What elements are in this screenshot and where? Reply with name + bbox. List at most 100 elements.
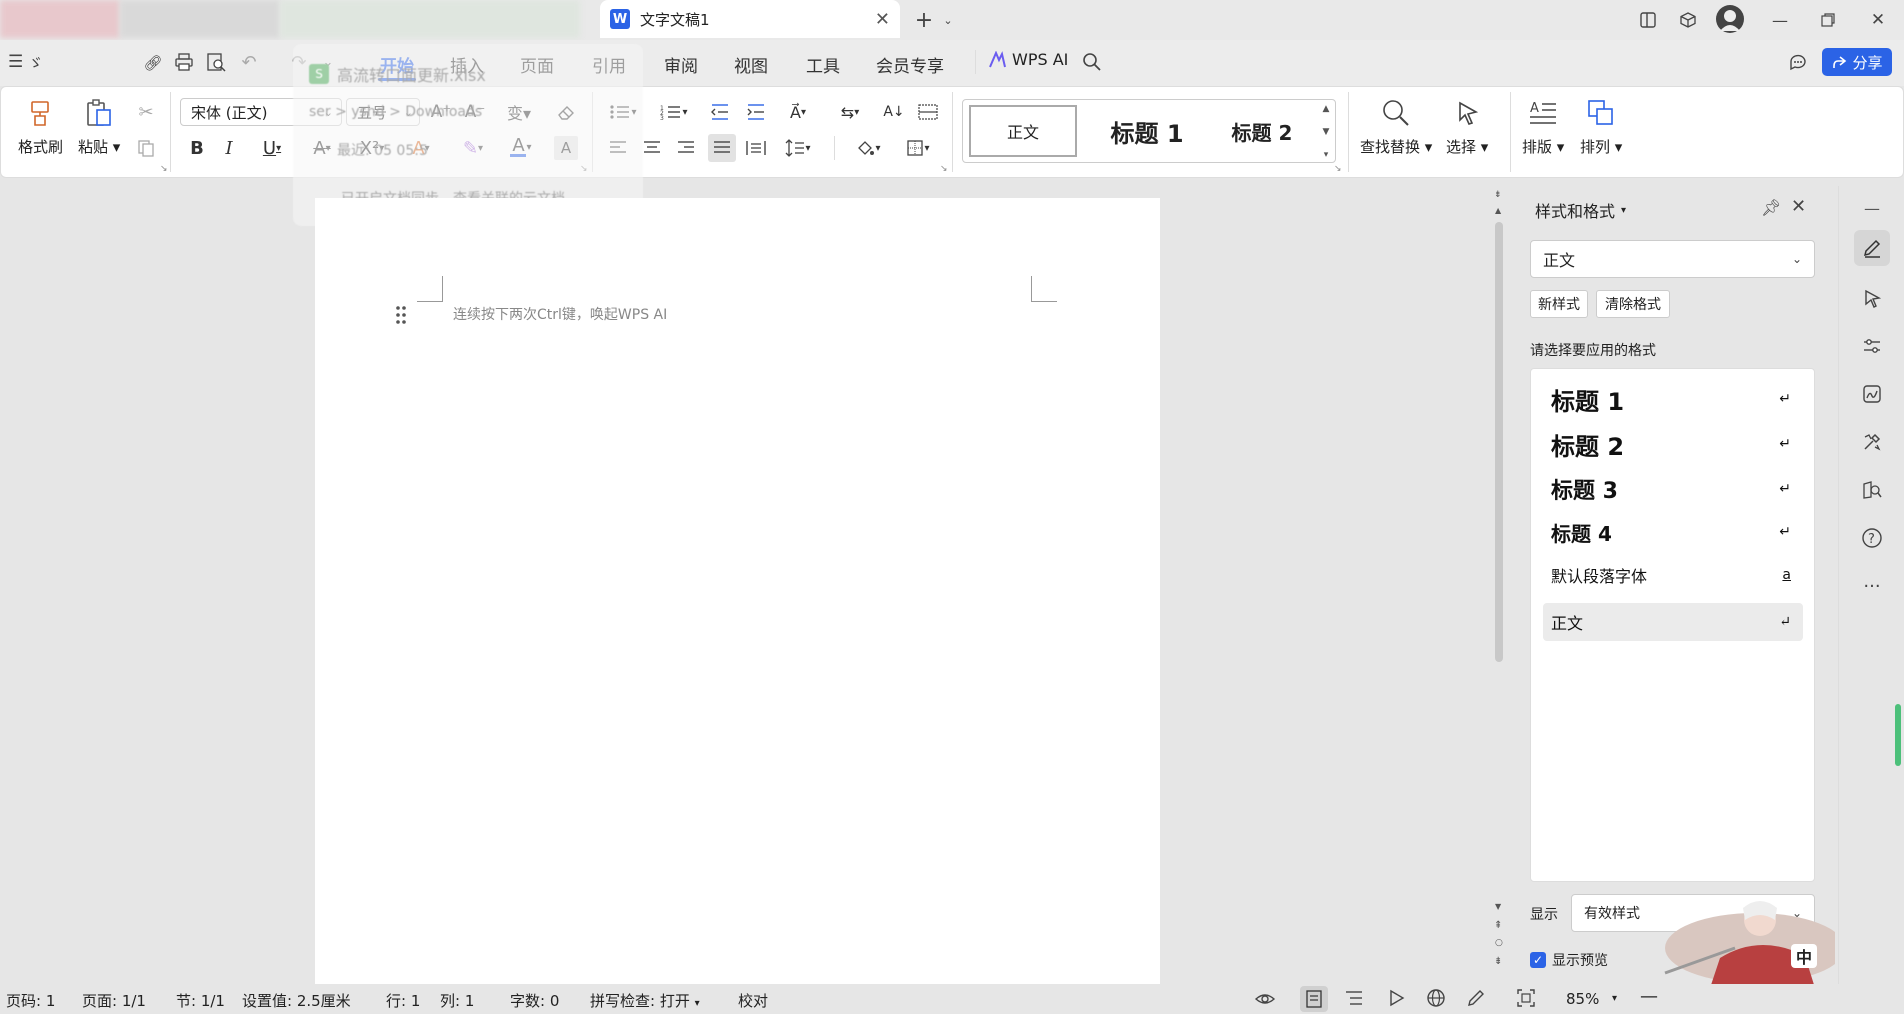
distribute-icon[interactable]	[744, 136, 768, 160]
next-page-icon[interactable]: ⇟	[1494, 956, 1502, 967]
sort-icon[interactable]: A↓	[882, 100, 906, 124]
link-icon[interactable]: 🔗︎	[142, 52, 164, 74]
status-setting[interactable]: 设置值: 2.5厘米	[242, 990, 351, 1011]
increase-indent-icon[interactable]	[744, 100, 768, 124]
print-icon[interactable]	[172, 50, 196, 74]
style-list-item[interactable]: 默认段落字体 a	[1543, 559, 1803, 591]
clipboard-dialog-launcher-icon[interactable]: ↘	[160, 164, 168, 174]
status-word-count[interactable]: 字数: 0	[510, 990, 559, 1011]
select-pointer-icon[interactable]	[1854, 280, 1890, 316]
tab-view[interactable]: 视图	[734, 52, 768, 77]
web-view-icon[interactable]	[1426, 988, 1448, 1010]
prev-page-icon[interactable]: ⇞	[1494, 920, 1502, 931]
numbered-list-icon[interactable]: 1 2 3 ▾	[656, 100, 692, 124]
chevron-down-icon[interactable]: ⌄	[940, 10, 956, 30]
sidebar-toggle-icon[interactable]	[1636, 8, 1660, 32]
tab-member[interactable]: 会员专享	[876, 52, 944, 77]
style-list-item[interactable]: 标题 1 ↵	[1543, 381, 1803, 417]
fit-page-icon[interactable]	[1516, 988, 1538, 1010]
document-page[interactable]: 连续按下两次Ctrl键，唤起WPS AI	[315, 198, 1160, 988]
pen-icon[interactable]	[1466, 988, 1488, 1010]
align-center-icon[interactable]	[640, 136, 664, 160]
style-list-item[interactable]: 标题 4 ↵	[1543, 515, 1803, 549]
eye-icon[interactable]	[1254, 988, 1276, 1010]
shading-fill-icon[interactable]: ▾	[850, 136, 886, 160]
style-list-item-selected[interactable]: 正文 ↵	[1543, 603, 1803, 641]
paragraph-dialog-launcher-icon[interactable]: ↘	[940, 164, 948, 174]
underline-icon[interactable]: U ▾	[256, 136, 288, 160]
scroll-down-icon[interactable]: ▼	[1495, 902, 1501, 911]
paste-button[interactable]: 粘贴 ▾	[78, 98, 120, 157]
play-icon[interactable]	[1386, 988, 1408, 1010]
scroll-split-icon[interactable]: ⇟	[1494, 190, 1502, 200]
zoom-chevron-icon[interactable]: ▾	[1612, 993, 1617, 1004]
style-heading-2[interactable]: 标题 2	[1209, 105, 1315, 157]
decrease-indent-icon[interactable]	[708, 100, 732, 124]
select-button[interactable]: 选择 ▾	[1446, 98, 1488, 157]
arrange-button[interactable]: 排列 ▾	[1580, 98, 1622, 157]
share-button[interactable]: 分享	[1822, 48, 1892, 76]
document-tab[interactable]: W 文字文稿1 ✕	[600, 0, 900, 38]
vertical-scrollbar[interactable]: ⇟ ▲ ▼ ⇞ ○ ⇟	[1492, 190, 1506, 980]
text-direction-icon[interactable]: A⃗ ▾	[780, 100, 816, 124]
cut-icon[interactable]: ✂	[134, 100, 158, 124]
restore-icon[interactable]	[1816, 8, 1840, 32]
tab-tools[interactable]: 工具	[806, 52, 840, 77]
ime-indicator[interactable]: 中	[1791, 944, 1817, 968]
format-painter-button[interactable]: 格式刷	[18, 98, 63, 157]
swap-icon[interactable]: ⇆ ▾	[832, 100, 868, 124]
tools-icon[interactable]	[1854, 424, 1890, 460]
align-right-icon[interactable]	[674, 136, 698, 160]
print-preview-icon[interactable]	[204, 50, 228, 74]
avatar[interactable]	[1716, 5, 1744, 33]
status-proofread[interactable]: 校对	[738, 990, 768, 1011]
hamburger-menu-icon[interactable]: ☰	[8, 52, 23, 72]
bold-icon[interactable]: B	[186, 136, 208, 160]
signature-icon[interactable]	[1854, 376, 1890, 412]
tab-review[interactable]: 审阅	[664, 52, 698, 77]
italic-icon[interactable]: I	[218, 136, 240, 160]
status-spell-check[interactable]: 拼写检查: 打开 ▾	[590, 990, 700, 1011]
collapse-icon[interactable]: —	[1854, 190, 1890, 226]
clear-format-button[interactable]: 清除格式	[1596, 290, 1670, 318]
undo-icon[interactable]: ↶	[238, 50, 260, 74]
scroll-up-icon[interactable]: ▲	[1495, 206, 1501, 215]
styles-panel-title[interactable]: 样式和格式 ▾	[1535, 198, 1626, 222]
borders-icon[interactable]: ▾	[900, 136, 936, 160]
layout-button[interactable]: A 排版 ▾	[1522, 98, 1564, 157]
table-grid-icon[interactable]	[916, 100, 940, 124]
status-section[interactable]: 节: 1/1	[176, 990, 225, 1011]
style-normal[interactable]: 正文	[969, 105, 1077, 157]
find-replace-button[interactable]: 查找替换 ▾	[1360, 98, 1432, 157]
search-icon[interactable]	[1080, 50, 1104, 74]
drag-handle-icon[interactable]	[395, 304, 407, 326]
wps-ai-button[interactable]: WPS AI	[988, 50, 1068, 69]
close-window-icon[interactable]: ✕	[1866, 8, 1890, 32]
show-preview-checkbox[interactable]: ✓ 显示预览	[1530, 950, 1608, 970]
file-menu-icon[interactable]: ゞ	[28, 52, 43, 73]
styles-dialog-launcher-icon[interactable]: ↘	[1334, 164, 1342, 174]
pin-icon[interactable]: 📌︎	[1761, 198, 1781, 217]
adjust-sliders-icon[interactable]	[1854, 328, 1890, 364]
outline-view-icon[interactable]	[1344, 988, 1366, 1010]
browse-object-icon[interactable]: ○	[1495, 938, 1503, 948]
style-list-item[interactable]: 标题 2 ↵	[1543, 426, 1803, 462]
status-row[interactable]: 行: 1	[386, 990, 420, 1011]
copy-icon[interactable]	[134, 136, 158, 160]
new-style-button[interactable]: 新样式	[1530, 290, 1588, 318]
minimize-icon[interactable]: —	[1768, 8, 1792, 32]
close-tab-icon[interactable]: ✕	[875, 9, 890, 30]
line-spacing-icon[interactable]: ▾	[780, 136, 816, 160]
status-pages[interactable]: 页面: 1/1	[82, 990, 146, 1011]
style-list-item[interactable]: 标题 3 ↵	[1543, 471, 1803, 507]
more-icon[interactable]: ···	[1854, 568, 1890, 604]
zoom-level[interactable]: 85%	[1566, 990, 1599, 1008]
close-panel-icon[interactable]: ✕	[1791, 196, 1806, 217]
current-style-select[interactable]: 正文 ⌄	[1530, 240, 1815, 278]
read-search-icon[interactable]	[1854, 472, 1890, 508]
zoom-out-icon[interactable]: —	[1640, 986, 1658, 1007]
cube-icon[interactable]	[1676, 8, 1700, 32]
style-gallery-scroll[interactable]: ▲ ▼ ▾	[1319, 104, 1333, 160]
scrollbar-thumb[interactable]	[1495, 222, 1503, 662]
popup-file-row[interactable]: S 高流转口面更新.xlsx	[309, 62, 486, 86]
